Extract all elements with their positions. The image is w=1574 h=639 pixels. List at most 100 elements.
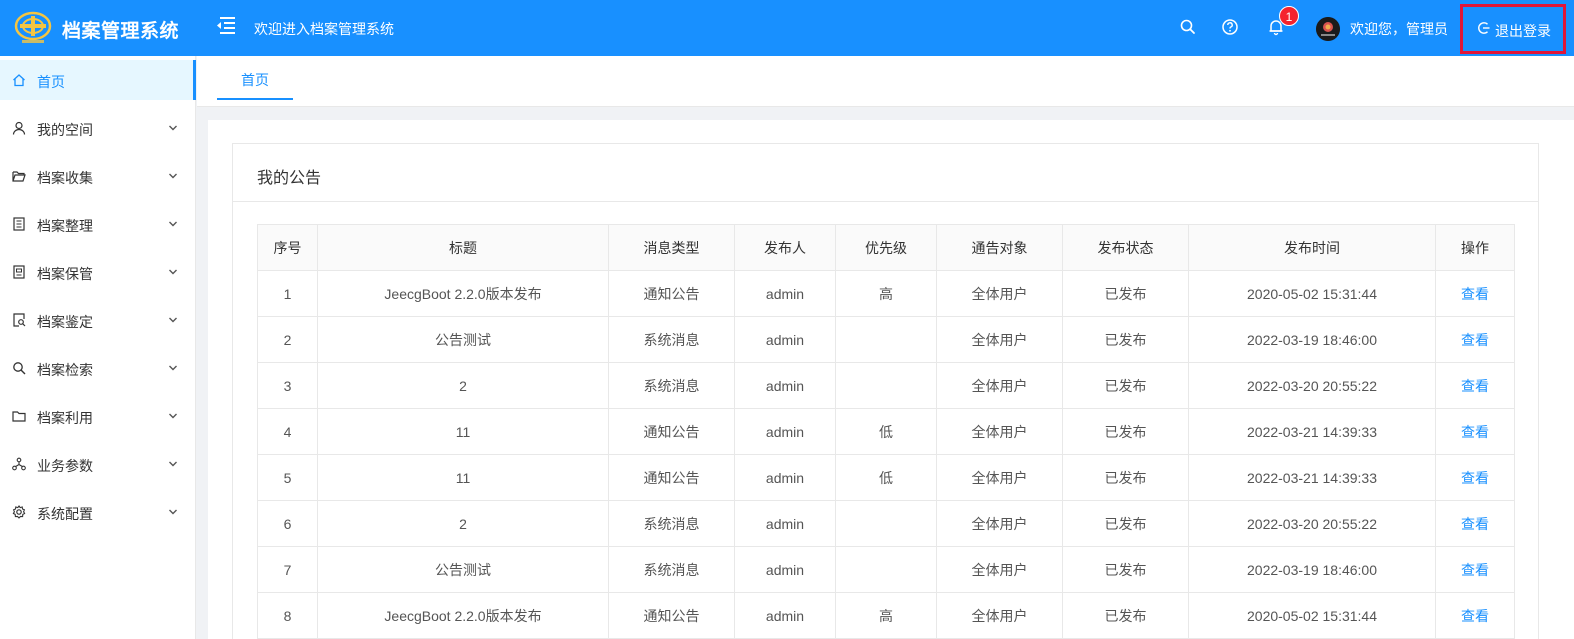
cell-status: 已发布 (1062, 500, 1189, 547)
table-row: 3 2 系统消息 admin 全体用户 已发布 2022-03-20 20:55… (257, 362, 1515, 409)
view-link[interactable]: 查看 (1461, 516, 1489, 532)
chevron-down-icon (169, 269, 177, 275)
notification-badge: 1 (1279, 6, 1299, 26)
cell-publisher: admin (734, 546, 836, 593)
column-header: 标题 (317, 224, 609, 271)
sidebar-item-my-space[interactable]: 我的空间 (0, 108, 196, 148)
sidebar-item-retrieval[interactable]: 档案检索 (0, 348, 196, 388)
tab-home[interactable]: 首页 (217, 56, 293, 100)
sidebar-item-label: 系统配置 (37, 506, 93, 522)
cell-publisher: admin (734, 454, 836, 501)
cell-index: 3 (257, 362, 318, 409)
sidebar-item-collect[interactable]: 档案收集 (0, 156, 196, 196)
cell-publisher: admin (734, 270, 836, 317)
chevron-down-icon (169, 413, 177, 419)
card-title: 我的公告 (257, 170, 322, 187)
cell-title: 2 (317, 500, 609, 547)
cell-audience: 全体用户 (936, 454, 1063, 501)
top-header: 档案管理系统 欢迎进入档案管理系统 1 欢迎您，管理员 退出登录 (0, 0, 1574, 56)
sidebar-item-storage[interactable]: 档案保管 (0, 252, 196, 292)
cell-action: 查看 (1435, 546, 1515, 593)
view-link[interactable]: 查看 (1461, 608, 1489, 624)
table-row: 6 2 系统消息 admin 全体用户 已发布 2022-03-20 20:55… (257, 500, 1515, 547)
sidebar: 首页 我的空间 档案收集 档案整理 档案保管 档案鉴定 档案检索 档案利用 业务… (0, 56, 196, 639)
cell-status: 已发布 (1062, 408, 1189, 455)
cell-index: 4 (257, 408, 318, 455)
cell-priority (835, 316, 937, 363)
cell-index: 7 (257, 546, 318, 593)
table-row: 8 JeecgBoot 2.2.0版本发布 通知公告 admin 高 全体用户 … (257, 592, 1515, 639)
app-logo (14, 11, 52, 43)
chevron-down-icon (169, 461, 177, 467)
view-link[interactable]: 查看 (1461, 332, 1489, 348)
view-link[interactable]: 查看 (1461, 470, 1489, 486)
cell-action: 查看 (1435, 316, 1515, 363)
cluster-icon (12, 457, 26, 471)
cell-audience: 全体用户 (936, 546, 1063, 593)
sidebar-item-label: 档案保管 (37, 266, 93, 282)
view-link[interactable]: 查看 (1461, 562, 1489, 578)
sidebar-item-label: 我的空间 (37, 122, 93, 138)
sidebar-item-organize[interactable]: 档案整理 (0, 204, 196, 244)
cell-msg-type: 系统消息 (608, 500, 735, 547)
cell-priority: 高 (835, 592, 937, 639)
column-header: 操作 (1435, 224, 1515, 271)
avatar-image (1316, 17, 1340, 41)
menu-fold-icon[interactable] (214, 14, 236, 36)
cell-priority (835, 546, 937, 593)
cell-publisher: admin (734, 362, 836, 409)
sidebar-item-label: 档案检索 (37, 362, 93, 378)
chevron-down-icon (169, 509, 177, 515)
cell-time: 2022-03-20 20:55:22 (1188, 500, 1436, 547)
logout-button[interactable]: 退出登录 (1460, 4, 1566, 54)
logout-label: 退出登录 (1495, 23, 1551, 39)
cell-index: 8 (257, 592, 318, 639)
sidebar-item-label: 档案整理 (37, 218, 93, 234)
cell-priority: 低 (835, 408, 937, 455)
cell-priority (835, 500, 937, 547)
tab-bar: 首页 (197, 56, 1574, 107)
column-header: 优先级 (835, 224, 937, 271)
cell-time: 2022-03-19 18:46:00 (1188, 546, 1436, 593)
file-list-icon (13, 217, 25, 231)
cell-action: 查看 (1435, 270, 1515, 317)
search-icon[interactable] (1179, 18, 1197, 36)
cell-time: 2022-03-21 14:39:33 (1188, 454, 1436, 501)
folder-icon (12, 411, 26, 422)
cell-status: 已发布 (1062, 362, 1189, 409)
sidebar-item-label: 首页 (37, 74, 65, 90)
sidebar-item-home[interactable]: 首页 (0, 60, 196, 100)
cell-time: 2022-03-19 18:46:00 (1188, 316, 1436, 363)
welcome-text: 欢迎进入档案管理系统 (254, 21, 394, 37)
sidebar-item-system-config[interactable]: 系统配置 (0, 492, 196, 532)
cell-audience: 全体用户 (936, 408, 1063, 455)
view-link[interactable]: 查看 (1461, 424, 1489, 440)
column-header: 发布人 (734, 224, 836, 271)
cell-msg-type: 系统消息 (608, 546, 735, 593)
view-link[interactable]: 查看 (1461, 286, 1489, 302)
app-title: 档案管理系统 (62, 21, 180, 42)
avatar[interactable] (1316, 17, 1340, 41)
help-icon[interactable] (1221, 18, 1239, 36)
cell-msg-type: 通知公告 (608, 592, 735, 639)
sidebar-item-business-params[interactable]: 业务参数 (0, 444, 196, 484)
chevron-down-icon (169, 365, 177, 371)
table-row: 1 JeecgBoot 2.2.0版本发布 通知公告 admin 高 全体用户 … (257, 270, 1515, 317)
sidebar-item-utilization[interactable]: 档案利用 (0, 396, 196, 436)
table-row: 4 11 通知公告 admin 低 全体用户 已发布 2022-03-21 14… (257, 408, 1515, 455)
column-header: 通告对象 (936, 224, 1063, 271)
cell-title: 2 (317, 362, 609, 409)
cell-audience: 全体用户 (936, 500, 1063, 547)
column-header: 发布状态 (1062, 224, 1189, 271)
chevron-down-icon (169, 221, 177, 227)
cell-action: 查看 (1435, 408, 1515, 455)
sidebar-item-appraisal[interactable]: 档案鉴定 (0, 300, 196, 340)
cell-msg-type: 系统消息 (608, 316, 735, 363)
cell-index: 2 (257, 316, 318, 363)
view-link[interactable]: 查看 (1461, 378, 1489, 394)
cell-msg-type: 通知公告 (608, 408, 735, 455)
user-greeting[interactable]: 欢迎您，管理员 (1350, 19, 1448, 39)
cell-status: 已发布 (1062, 270, 1189, 317)
cell-index: 1 (257, 270, 318, 317)
column-header: 发布时间 (1188, 224, 1436, 271)
